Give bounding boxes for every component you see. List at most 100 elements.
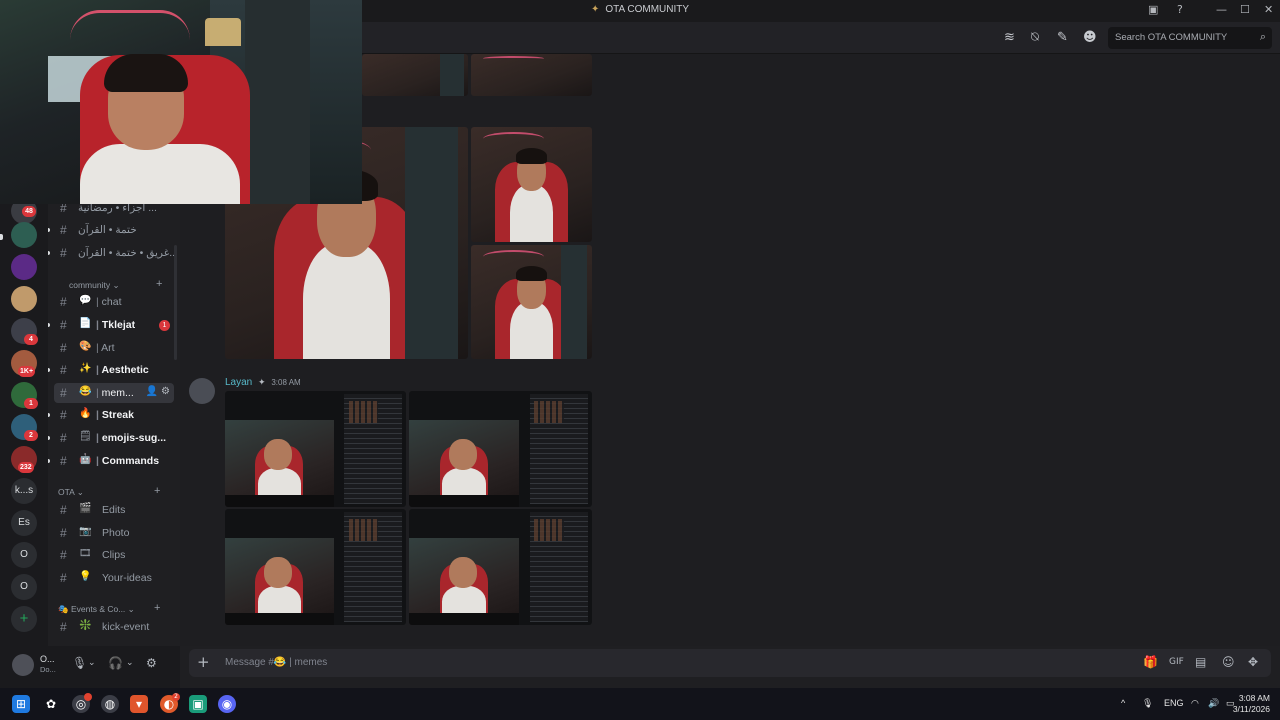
channel-your-ideas[interactable]: # 💡 Your-ideas	[48, 568, 176, 588]
emoji-icon[interactable]: ☺	[1222, 655, 1235, 669]
app-icon[interactable]: ✿	[42, 695, 60, 713]
server-rail: 48 4 1K+ 1 2 232 k...s Es O O +	[0, 198, 48, 646]
add-channel-icon[interactable]: +	[154, 485, 160, 497]
gift-icon[interactable]: 🎁	[1143, 655, 1158, 669]
hash-icon: #	[60, 548, 67, 562]
composer-placeholder: Message #😂 | memes	[225, 657, 328, 668]
attachment-image[interactable]	[409, 509, 592, 625]
attachment-image[interactable]	[471, 54, 592, 96]
pin-icon[interactable]: ✎	[1057, 30, 1068, 45]
unread-pill	[0, 234, 3, 240]
tray-microphone-icon[interactable]: 🎙	[1142, 698, 1153, 709]
user-status: Do...	[40, 665, 56, 674]
headphones-icon[interactable]: 🎧	[108, 656, 123, 670]
channel-tklejat[interactable]: # 📄 | Tklejat 1	[48, 315, 176, 335]
channel-photo[interactable]: # 📷 Photo	[48, 523, 176, 543]
message-timestamp: 3:08 AM	[271, 378, 301, 387]
channel-chat[interactable]: # 💬 | chat	[48, 292, 176, 312]
channel-memes[interactable]: # 😂 | mem... 👤 ⚙	[54, 383, 174, 403]
minimize-button[interactable]: —	[1216, 3, 1227, 16]
volume-icon[interactable]: 🔊	[1208, 698, 1219, 709]
app-icon[interactable]: ▣	[189, 695, 207, 713]
channel-item[interactable]: # ختمة • القرآن	[48, 220, 176, 240]
mention-badge: 1	[159, 320, 170, 331]
hash-icon: #	[60, 295, 67, 309]
taskbar-badge: 2	[172, 693, 180, 701]
server-icon-3[interactable]	[11, 254, 37, 280]
hash-icon: #	[60, 363, 67, 377]
chevron-down-icon[interactable]: ⌄	[88, 658, 96, 668]
attachment-image[interactable]	[409, 391, 592, 507]
add-channel-icon[interactable]: +	[156, 278, 162, 290]
server-logo-icon: ✦	[590, 4, 600, 15]
server-icon-2[interactable]	[11, 222, 37, 248]
server-icon-12[interactable]: O	[11, 542, 37, 568]
channel-kick-event[interactable]: # ❇️ kick-event	[48, 617, 176, 637]
apps-icon[interactable]: ✥	[1248, 655, 1258, 669]
unread-dot	[48, 413, 50, 417]
help-icon[interactable]: ?	[1177, 3, 1183, 16]
start-button[interactable]: ⊞	[12, 695, 30, 713]
hash-icon: #	[60, 454, 67, 468]
channel-item[interactable]: #غريق • ختمة • القرآن...	[48, 243, 178, 263]
channel-art[interactable]: # 🎨 | Art	[48, 338, 176, 358]
channel-aesthetic[interactable]: # ✨ | Aesthetic	[48, 360, 176, 380]
hash-icon: #	[60, 620, 67, 634]
search-placeholder: Search OTA COMMUNITY	[1115, 32, 1228, 43]
avatar[interactable]	[12, 654, 34, 676]
avatar[interactable]	[189, 378, 215, 404]
maximize-button[interactable]: ☐	[1240, 3, 1250, 16]
channel-scrollbar[interactable]	[174, 245, 177, 360]
app-icon[interactable]: ◍	[101, 695, 119, 713]
language-indicator[interactable]: ENG	[1164, 698, 1184, 708]
mute-bell-icon[interactable]: ⍉	[1031, 30, 1039, 45]
tray-chevron-icon[interactable]: ^	[1121, 698, 1125, 708]
server-icon-10[interactable]: k...s	[11, 478, 37, 504]
message-composer[interactable]: + Message #😂 | memes 🎁 GIF ▤ ☺ ✥	[189, 649, 1271, 677]
attachment-image[interactable]	[471, 127, 592, 242]
hash-icon: #	[60, 341, 67, 355]
channel-streak[interactable]: # 🔥 | Streak	[48, 405, 176, 425]
channel-edits[interactable]: # 🎬 Edits	[48, 500, 176, 520]
attachment-image[interactable]	[471, 245, 592, 359]
upload-plus-button[interactable]: +	[197, 653, 210, 671]
close-button[interactable]: ✕	[1264, 3, 1273, 16]
search-input[interactable]: Search OTA COMMUNITY ⌕	[1108, 27, 1272, 49]
invite-icon[interactable]: 👤	[146, 386, 158, 397]
message-author[interactable]: Layan	[225, 377, 252, 388]
member-list-icon[interactable]: ☻	[1083, 30, 1097, 45]
wifi-icon[interactable]: ◠	[1191, 698, 1199, 709]
server-badge: 2	[24, 430, 38, 441]
user-settings-gear-icon[interactable]: ⚙	[146, 656, 157, 670]
channel-item[interactable]: # أجزاء • رمضانية ...	[48, 204, 176, 218]
attachment-image[interactable]	[362, 54, 468, 96]
clock[interactable]: 3:08 AM 3/11/2026	[1233, 693, 1270, 715]
category-community[interactable]: community ⌄ +	[69, 278, 162, 291]
threads-icon[interactable]: ≋	[1004, 30, 1015, 45]
chevron-down-icon[interactable]: ⌄	[126, 658, 134, 668]
channel-clips[interactable]: # 🎞 Clips	[48, 545, 176, 565]
microphone-icon[interactable]: 🎙	[72, 656, 87, 670]
hash-icon: #	[60, 246, 67, 260]
unread-dot	[48, 368, 50, 372]
search-icon: ⌕	[1259, 30, 1266, 43]
settings-gear-icon[interactable]: ⚙	[161, 386, 170, 397]
sticker-icon[interactable]: ▤	[1195, 655, 1206, 669]
taskbar-badge	[84, 693, 92, 701]
server-icon-11[interactable]: Es	[11, 510, 37, 536]
channel-emojis-suggestions[interactable]: # 🗒 | emojis-sug...	[48, 428, 176, 448]
add-server-button[interactable]: +	[11, 606, 37, 632]
category-ota[interactable]: OTA ⌄ +	[58, 485, 160, 498]
discord-icon[interactable]: ◉	[218, 695, 236, 713]
attachment-image[interactable]	[225, 391, 406, 507]
unread-dot	[48, 459, 50, 463]
gif-icon[interactable]: GIF	[1169, 657, 1184, 667]
category-events[interactable]: 🎭 Events & Co... ⌄ +	[58, 602, 160, 615]
add-channel-icon[interactable]: +	[154, 602, 160, 614]
server-icon-4[interactable]	[11, 286, 37, 312]
brave-icon[interactable]: ▾	[130, 695, 148, 713]
inbox-icon[interactable]: ▣	[1148, 3, 1158, 16]
attachment-image[interactable]	[225, 509, 406, 625]
channel-commands[interactable]: # 🤖 | Commands	[48, 451, 176, 471]
server-icon-13[interactable]: O	[11, 574, 37, 600]
